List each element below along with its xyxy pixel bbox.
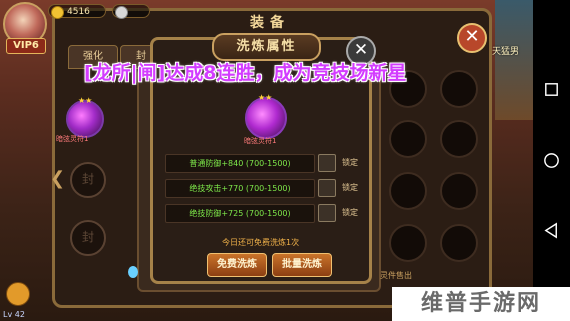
seal-slot[interactable]: 封 xyxy=(70,162,106,198)
gold-counter: 4516 xyxy=(48,4,106,19)
equip-slot[interactable] xyxy=(389,172,427,210)
silver-counter xyxy=(112,4,150,19)
refine-title: 洗炼属性 xyxy=(212,33,321,61)
equip-slot[interactable] xyxy=(440,224,478,262)
equipment-title: 装备 xyxy=(250,15,290,31)
equip-slot[interactable] xyxy=(440,172,478,210)
back-icon[interactable] xyxy=(542,221,561,240)
town-building xyxy=(495,0,533,120)
left-item-name: 暗弦灵符1 xyxy=(56,135,89,143)
equip-slot[interactable] xyxy=(389,120,427,158)
player-level: Lv 42 xyxy=(3,310,25,319)
gold-value: 4516 xyxy=(67,7,90,17)
close-equipment-button[interactable]: ✕ xyxy=(457,23,487,53)
equip-slot[interactable] xyxy=(440,70,478,108)
equip-slot[interactable] xyxy=(389,224,427,262)
lock-checkbox[interactable] xyxy=(318,204,336,222)
seal-slot[interactable]: 封 xyxy=(70,220,106,256)
system-broadcast-banner: [龙所|闸]达成8连胜，成为竞技场新星 xyxy=(84,62,407,84)
refine-item-name: 暗弦灵符1 xyxy=(244,137,277,145)
lock-checkbox[interactable] xyxy=(318,179,336,197)
lock-checkbox[interactable] xyxy=(318,154,336,172)
silver-coin-icon xyxy=(115,6,128,19)
free-refine-button[interactable]: 免费洗炼 xyxy=(207,253,267,277)
android-nav-bar xyxy=(533,0,570,321)
recent-apps-icon[interactable] xyxy=(542,80,561,99)
watermark: 维普手游网 xyxy=(392,287,570,321)
lock-label: 锁定 xyxy=(342,158,358,167)
chat-icon[interactable] xyxy=(6,282,30,306)
home-icon[interactable] xyxy=(542,151,561,170)
vip-badge[interactable]: VIP6 xyxy=(6,38,46,54)
lock-label: 锁定 xyxy=(342,183,358,192)
star-icon: ★★ xyxy=(78,96,93,105)
equip-slot[interactable] xyxy=(440,120,478,158)
gold-coin-icon xyxy=(51,6,64,19)
lock-label: 锁定 xyxy=(342,208,358,217)
sell-label: 灵件售出 xyxy=(380,271,412,280)
stat-row: 绝技防御+725 (700-1500) xyxy=(165,204,315,223)
batch-refine-button[interactable]: 批量洗炼 xyxy=(272,253,332,277)
refine-item-icon xyxy=(245,97,287,139)
star-icon: ★★ xyxy=(258,93,273,102)
equipment-item-icon[interactable] xyxy=(66,100,104,138)
free-refine-note: 今日还可免费洗炼1次 xyxy=(222,238,300,247)
town-label: 天猛男 xyxy=(492,47,520,57)
game-screen: 天猛男 装备 ✕ 强化 封 ★★ 暗弦灵符1 ❮ 封 封 灵件售出 洗炼属性 ✕… xyxy=(0,0,533,321)
gem-icon xyxy=(128,266,138,278)
left-arrow-icon[interactable]: ❮ xyxy=(50,168,65,189)
stat-row: 绝技攻击+770 (700-1500) xyxy=(165,179,315,198)
stat-row: 普通防御+840 (700-1500) xyxy=(165,154,315,173)
